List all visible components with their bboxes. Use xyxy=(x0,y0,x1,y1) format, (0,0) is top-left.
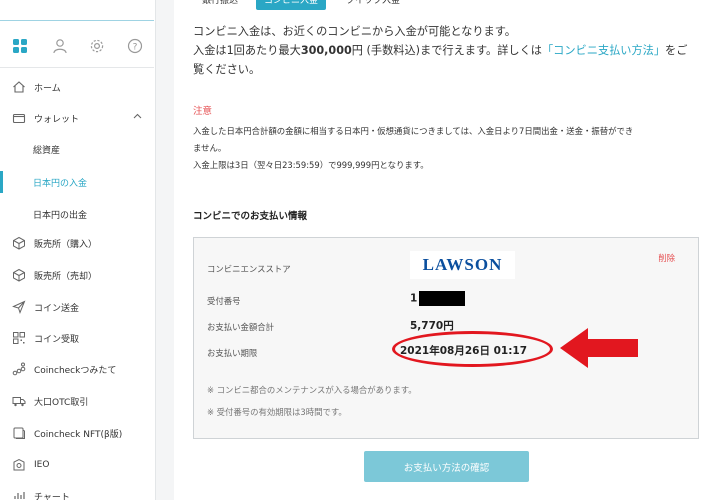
sidebar-subitem-total-assets[interactable]: 総資産 xyxy=(0,135,154,163)
sidebar-subitem-jpy-deposit[interactable]: 日本円の入金 xyxy=(0,168,154,196)
sidebar-tabs: ? xyxy=(0,32,154,62)
user-icon[interactable] xyxy=(48,34,72,58)
sidebar-item-label: 大口OTC取引 xyxy=(34,397,89,408)
receipt-number-value: 1 xyxy=(410,291,466,306)
cube-icon xyxy=(12,236,26,250)
tab-convenience-store[interactable]: コンビニ入金 xyxy=(256,0,326,10)
intro-text-part: 円 (手数料込)まで行えます。詳しくは xyxy=(351,44,542,57)
expiry-note: ※ 受付番号の有効期限は3時間です。 xyxy=(207,407,347,417)
amount-label: お支払い金額合計 xyxy=(207,322,274,332)
redaction-block xyxy=(419,291,466,306)
intro-max-amount: 300,000 xyxy=(300,44,352,57)
send-icon xyxy=(12,300,26,314)
sidebar-item-label: IEO xyxy=(34,460,50,470)
sidebar-item-receive[interactable]: コイン受取 xyxy=(0,323,154,353)
coins-icon xyxy=(12,362,26,376)
main-content: 銀行振込 コンビニ入金 クイック入金 コンビニ入金は、お近くのコンビニから入金が… xyxy=(174,0,716,500)
sidebar-item-label: 販売所（購入） xyxy=(34,239,98,250)
notice-title: 注意 xyxy=(193,106,213,117)
sidebar-item-home[interactable]: ホーム xyxy=(0,72,154,102)
sidebar-item-tsumitate[interactable]: Coincheckつみたて xyxy=(0,354,154,384)
truck-icon xyxy=(12,394,26,408)
sidebar-divider xyxy=(0,67,154,68)
sidebar-item-otc[interactable]: 大口OTC取引 xyxy=(0,386,154,416)
svg-text:?: ? xyxy=(133,43,138,53)
logo-text: LAWSON xyxy=(422,255,503,274)
amount-value: 5,770円 xyxy=(410,320,454,332)
deposit-tabs: 銀行振込 コンビニ入金 クイック入金 xyxy=(174,0,716,12)
sidebar-item-buy[interactable]: 販売所（購入） xyxy=(0,228,154,258)
sidebar-item-label: 販売所（売却） xyxy=(34,271,98,282)
intro-text: コンビニ入金は、お近くのコンビニから入金が可能となります。 入金は1回あたり最大… xyxy=(193,22,705,79)
lawson-logo: LAWSON xyxy=(410,251,515,279)
store-label: コンビニエンスストア xyxy=(207,264,291,274)
chevron-up-icon[interactable] xyxy=(133,112,142,122)
sidebar-item-sell[interactable]: 販売所（売却） xyxy=(0,260,154,290)
gear-icon[interactable] xyxy=(85,34,109,58)
cube-icon xyxy=(12,268,26,282)
payment-info-title: コンビニでのお支払い情報 xyxy=(193,211,308,222)
sidebar-subitem-label: 総資産 xyxy=(33,145,61,156)
sidebar-subitem-label: 日本円の出金 xyxy=(33,210,88,221)
highlight-oval xyxy=(392,331,553,367)
sidebar-subitem-label: 日本円の入金 xyxy=(33,178,88,189)
receipt-number-label: 受付番号 xyxy=(207,296,241,306)
sidebar-item-label: ホーム xyxy=(34,83,61,94)
grid-icon[interactable] xyxy=(8,34,32,58)
intro-line-2: 入金は1回あたり最大300,000円 (手数料込)まで行えます。詳しくは「コンビ… xyxy=(193,41,705,60)
delete-link[interactable]: 削除 xyxy=(658,252,675,264)
intro-line-1: コンビニ入金は、お近くのコンビニから入金が可能となります。 xyxy=(193,25,516,38)
home-icon xyxy=(12,80,26,94)
notice-line: 入金した日本円合計額の金額に相当する日本円・仮想通貨につきましては、入金日より7… xyxy=(193,126,634,136)
sidebar-item-chart[interactable]: チャート xyxy=(0,481,154,500)
sidebar-item-nft[interactable]: Coincheck NFT(β版) xyxy=(0,418,154,448)
sidebar-item-ieo[interactable]: IEO xyxy=(0,450,154,480)
receipt-number-digit: 1 xyxy=(410,292,418,305)
notice-line: 入金上限は3日（翌々日23:59:59）で999,999円となります。 xyxy=(193,160,429,170)
tab-quick-deposit[interactable]: クイック入金 xyxy=(338,0,408,10)
notice-text: 入金した日本円合計額の金額に相当する日本円・仮想通貨につきましては、入金日より7… xyxy=(193,123,711,174)
payment-method-link[interactable]: 「コンビニ支払い方法」 xyxy=(542,44,665,57)
qr-icon xyxy=(12,331,26,345)
help-icon[interactable]: ? xyxy=(123,34,147,58)
payment-info-card: コンビニエンスストア LAWSON 削除 受付番号 1 お支払い金額合計 5,7… xyxy=(193,237,699,439)
sidebar-item-label: ウォレット xyxy=(34,114,80,125)
chart-icon xyxy=(12,489,26,500)
maintenance-note: ※ コンビニ都合のメンテナンスが入る場合があります。 xyxy=(207,385,417,395)
sidebar-top-divider xyxy=(0,20,154,21)
sidebar-item-send[interactable]: コイン送金 xyxy=(0,292,154,322)
sidebar-item-label: チャート xyxy=(34,492,70,500)
intro-text-part: 入金は1回あたり最大 xyxy=(193,44,301,57)
deadline-label: お支払い期限 xyxy=(207,348,258,358)
ieo-icon xyxy=(12,458,26,472)
confirm-payment-method-button[interactable]: お支払い方法の確認 xyxy=(364,451,529,482)
red-arrow-icon xyxy=(560,328,638,368)
sidebar-item-label: Coincheckつみたて xyxy=(34,365,117,376)
sidebar-item-label: Coincheck NFT(β版) xyxy=(34,429,123,440)
sidebar-item-wallet[interactable]: ウォレット xyxy=(0,103,154,133)
tab-bank-transfer[interactable]: 銀行振込 xyxy=(192,0,248,10)
intro-text-part: をご xyxy=(665,44,688,57)
nft-icon xyxy=(12,426,26,440)
wallet-icon xyxy=(12,111,26,125)
sidebar: ? ホーム ウォレット 総資産 日本円の入金 日本円の出金 販売所（購入） 販売… xyxy=(0,0,156,500)
sidebar-item-label: コイン送金 xyxy=(34,303,80,314)
sidebar-subitem-jpy-withdraw[interactable]: 日本円の出金 xyxy=(0,200,154,228)
intro-line-3: 覧ください。 xyxy=(193,63,261,76)
sidebar-item-label: コイン受取 xyxy=(34,334,80,345)
notice-line: ません。 xyxy=(193,143,227,153)
